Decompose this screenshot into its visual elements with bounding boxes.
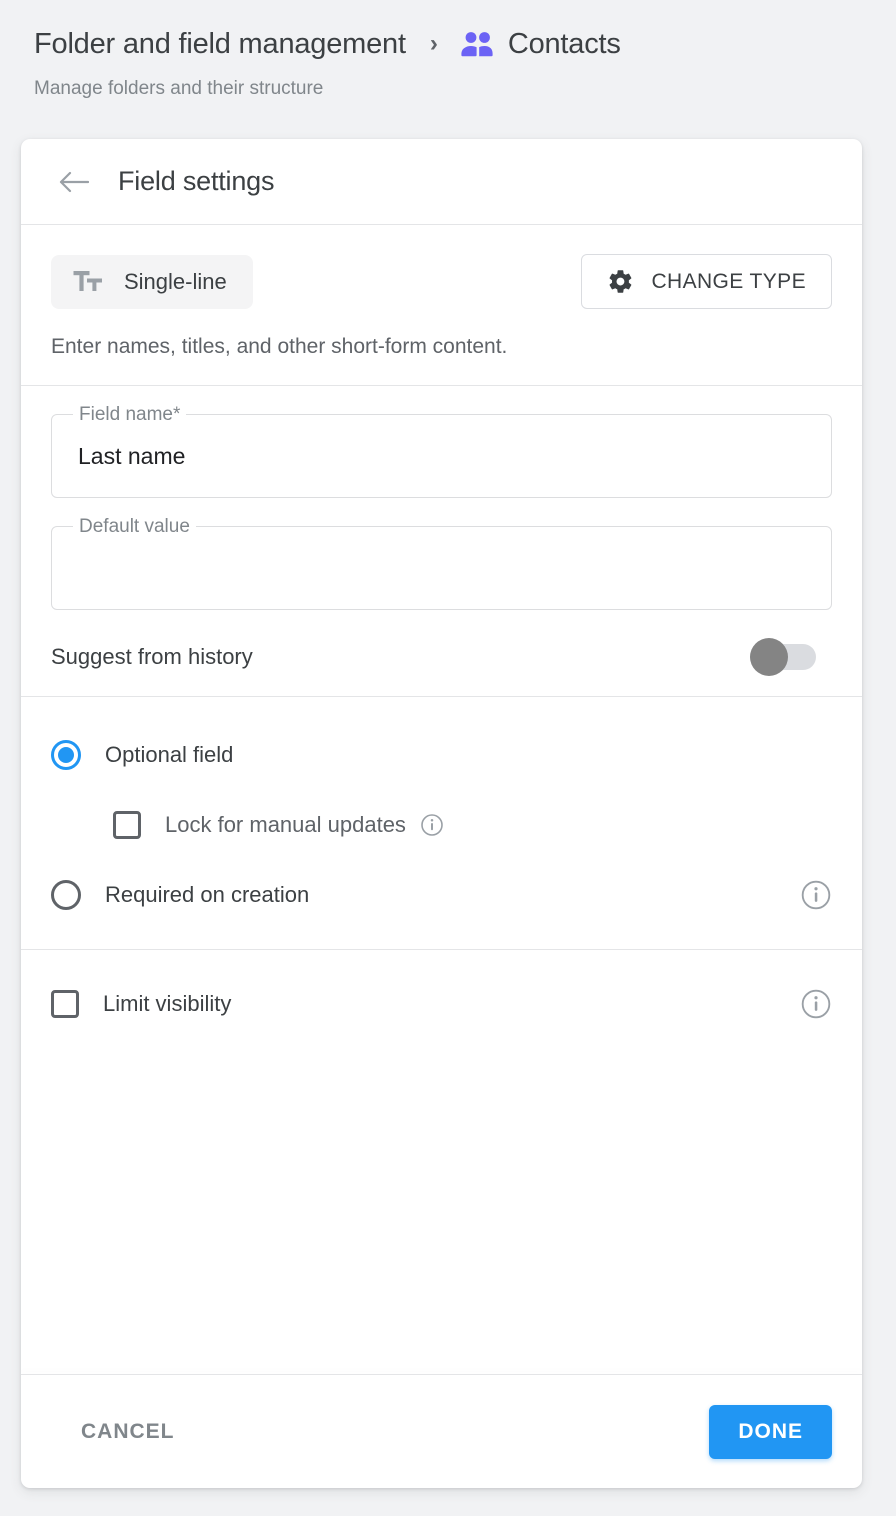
- panel-body-filler: [21, 1058, 862, 1374]
- field-requirement-section: Optional field Lock for manual updates R…: [21, 697, 862, 949]
- contacts-people-icon: [460, 31, 494, 57]
- field-type-section: Single-line CHANGE TYPE Enter names, tit…: [21, 225, 862, 385]
- toggle-knob: [750, 638, 788, 676]
- breadcrumb-separator-icon: ›: [430, 30, 438, 58]
- breadcrumb: Folder and field management › Contacts: [34, 22, 896, 66]
- text-format-icon: [73, 269, 103, 295]
- required-on-creation-label: Required on creation: [105, 882, 309, 908]
- field-type-chip: Single-line: [51, 255, 253, 309]
- breadcrumb-current: Contacts: [508, 28, 621, 61]
- suggest-from-history-row: Suggest from history: [51, 644, 832, 670]
- breadcrumb-root[interactable]: Folder and field management: [34, 28, 406, 61]
- panel-title: Field settings: [118, 166, 274, 197]
- info-icon[interactable]: [800, 879, 832, 911]
- page-header: Folder and field management › Contacts M…: [0, 0, 896, 100]
- field-name-label: Field name*: [73, 404, 186, 426]
- done-button[interactable]: DONE: [709, 1405, 832, 1459]
- lock-manual-updates-row[interactable]: Lock for manual updates: [51, 801, 832, 849]
- required-on-creation-row[interactable]: Required on creation: [51, 871, 832, 919]
- optional-field-row[interactable]: Optional field: [51, 731, 832, 779]
- arrow-left-icon[interactable]: [51, 159, 97, 205]
- change-type-label: CHANGE TYPE: [651, 270, 806, 294]
- limit-visibility-row[interactable]: Limit visibility: [51, 980, 832, 1028]
- suggest-from-history-toggle[interactable]: [750, 644, 816, 670]
- field-settings-panel: Field settings Single-line: [21, 139, 862, 1488]
- panel-footer: CANCEL DONE: [21, 1375, 862, 1488]
- cancel-button[interactable]: CANCEL: [73, 1410, 183, 1454]
- default-value-label: Default value: [73, 516, 196, 538]
- lock-manual-updates-checkbox[interactable]: [113, 811, 141, 839]
- gear-icon: [607, 268, 634, 295]
- info-icon[interactable]: [800, 988, 832, 1020]
- info-icon[interactable]: [420, 813, 444, 837]
- panel-titlebar: Field settings: [21, 139, 862, 224]
- field-type-label: Single-line: [124, 269, 227, 295]
- limit-visibility-checkbox[interactable]: [51, 990, 79, 1018]
- change-type-button[interactable]: CHANGE TYPE: [581, 254, 832, 309]
- field-inputs-section: Field name* Last name Default value Sugg…: [21, 386, 862, 696]
- field-name-field[interactable]: Field name* Last name: [51, 414, 832, 498]
- field-name-input[interactable]: Last name: [78, 443, 805, 470]
- limit-visibility-label: Limit visibility: [103, 991, 231, 1017]
- optional-field-radio[interactable]: [51, 740, 81, 770]
- field-type-row: Single-line CHANGE TYPE: [51, 254, 832, 309]
- page-subtitle: Manage folders and their structure: [34, 78, 896, 100]
- required-on-creation-radio[interactable]: [51, 880, 81, 910]
- optional-field-label: Optional field: [105, 742, 233, 768]
- limit-visibility-section: Limit visibility: [21, 950, 862, 1058]
- default-value-field[interactable]: Default value: [51, 526, 832, 610]
- lock-manual-updates-label: Lock for manual updates: [165, 812, 406, 838]
- field-type-description: Enter names, titles, and other short-for…: [51, 335, 832, 359]
- suggest-from-history-label: Suggest from history: [51, 644, 253, 670]
